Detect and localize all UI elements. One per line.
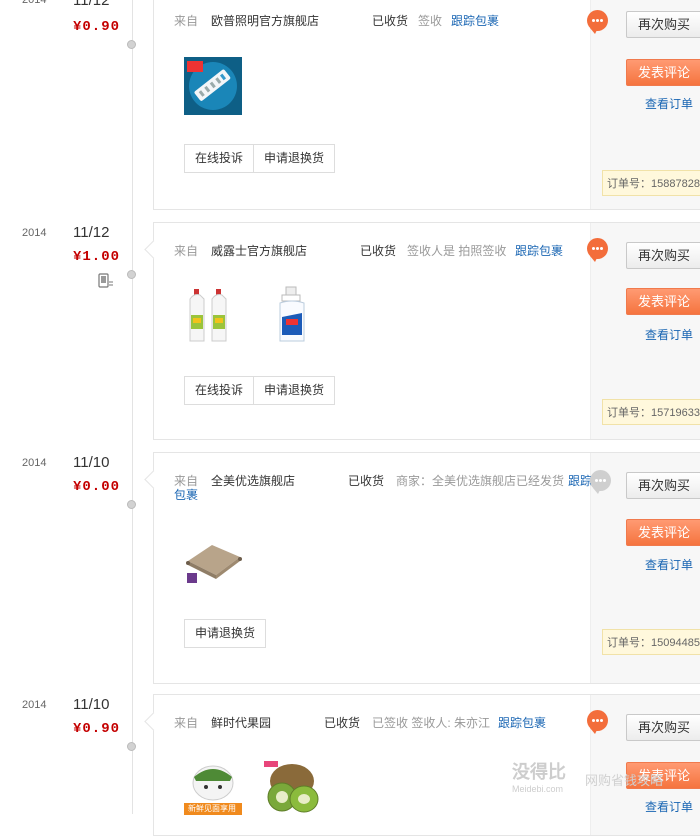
product-thumbnail-fruit-mascot[interactable]: 新鲜见面享用 [184, 759, 242, 815]
order-date: 11/10 [73, 696, 110, 713]
view-order-link[interactable]: 查看订单 [645, 326, 693, 343]
order-number: 订单号：15887828 [602, 170, 700, 196]
timeline-dot [127, 270, 136, 279]
order-price: ¥0.90 [73, 19, 121, 35]
from-label: 来自 [174, 716, 199, 730]
order-price: ¥0.90 [73, 721, 121, 737]
order-year: 2014 [22, 0, 47, 6]
order-status: 已收货 [360, 244, 397, 258]
view-order-link[interactable]: 查看订单 [645, 556, 693, 573]
chat-icon[interactable] [587, 710, 608, 734]
track-package-link[interactable]: 跟踪 [568, 472, 592, 489]
order-actions: 在线投诉 申请退换货 [184, 376, 336, 405]
sign-status: 商家：全美优选旗舰店已经发货 [396, 474, 565, 488]
from-label-wrap: 包裹 [174, 488, 199, 502]
order-price: ¥1.00 [73, 249, 121, 265]
sign-status: 签收 [418, 14, 443, 28]
buy-again-button[interactable]: 再次购买 [626, 714, 700, 741]
write-review-button[interactable]: 发表评论 [626, 59, 700, 86]
order-actions: 在线投诉 申请退换货 [184, 144, 336, 173]
order-date: 11/10 [73, 454, 110, 471]
order-status: 已收货 [324, 716, 361, 730]
order-actions: 申请退换货 [184, 619, 267, 648]
watermark-site: Meidebi.com [512, 784, 564, 794]
shop-name[interactable]: 鲜时代果园 [211, 714, 271, 731]
watermark-logo: 没得比 Meidebi.com [512, 758, 566, 794]
order-card: 来自 包裹 全美优选旗舰店 已收货 商家：全美优选旗舰店已经发货 跟踪 申请退换… [144, 452, 700, 684]
chat-icon[interactable] [587, 10, 608, 34]
view-order-link[interactable]: 查看订单 [645, 95, 693, 112]
timeline-line [132, 0, 133, 814]
online-complaint-button[interactable]: 在线投诉 [184, 144, 255, 173]
track-package-link[interactable]: 跟踪包裹 [451, 12, 499, 29]
buy-again-button[interactable]: 再次购买 [626, 11, 700, 38]
track-package-link[interactable]: 跟踪包裹 [498, 714, 546, 731]
order-card: 来自 欧普照明官方旗舰店 已收货 签收 跟踪包裹 在线投诉 申请退换货 再次购买 [153, 0, 700, 210]
sign-status: 已签收 签收人: 朱亦江 [372, 716, 491, 730]
view-order-link[interactable]: 查看订单 [645, 798, 693, 815]
write-review-button[interactable]: 发表评论 [626, 288, 700, 315]
shop-name[interactable]: 欧普照明官方旗舰店 [211, 12, 319, 29]
shop-name[interactable]: 全美优选旗舰店 [211, 472, 295, 489]
write-review-button[interactable]: 发表评论 [626, 519, 700, 546]
buy-again-button[interactable]: 再次购买 [626, 242, 700, 269]
order-card: 来自 威露士官方旗舰店 已收货 签收人是 拍照签收 跟踪包裹 在线投诉 申请退换… [144, 222, 700, 440]
watermark-brand: 没得比 [512, 762, 566, 782]
shop-name[interactable]: 威露士官方旗舰店 [211, 242, 307, 259]
order-year: 2014 [22, 227, 47, 239]
order-number: 订单号：15719633 [602, 399, 700, 425]
from-label: 来自 [174, 244, 199, 258]
order-status: 已收货 [372, 14, 409, 28]
order-date: 11/12 [73, 224, 110, 241]
online-complaint-button[interactable]: 在线投诉 [184, 376, 255, 405]
product-thumbnail-hand-wash[interactable] [272, 285, 312, 345]
mobile-order-icon [98, 273, 114, 289]
card-pointer [144, 470, 163, 489]
return-exchange-button[interactable]: 申请退换货 [254, 144, 336, 173]
product-thumbnail-toilet-cleaner[interactable] [186, 285, 240, 343]
product-thumbnail-kiwi[interactable] [262, 759, 322, 815]
order-number: 订单号：15094485 [602, 629, 700, 655]
order-year: 2014 [22, 699, 47, 711]
from-label: 来自 [174, 14, 199, 28]
sign-status: 签收人是 拍照签收 [407, 244, 507, 258]
return-exchange-button[interactable]: 申请退换货 [184, 619, 267, 648]
order-card: 来自 鲜时代果园 已收货 已签收 签收人: 朱亦江 跟踪包裹 新鲜见面享用 再次… [144, 694, 700, 836]
buy-again-button[interactable]: 再次购买 [626, 472, 700, 499]
order-date: 11/12 [73, 0, 110, 9]
product-thumbnail-cushion[interactable] [184, 539, 244, 587]
chat-icon[interactable] [590, 470, 611, 494]
product-thumbnail-power-strip[interactable] [184, 57, 242, 115]
order-price: ¥0.00 [73, 479, 121, 495]
order-status: 已收货 [348, 474, 385, 488]
card-pointer [144, 240, 163, 259]
product-badge-text: 新鲜见面享用 [188, 804, 236, 813]
order-year: 2014 [22, 457, 47, 469]
return-exchange-button[interactable]: 申请退换货 [254, 376, 336, 405]
watermark-tagline: 网购省钱攻略 [585, 773, 664, 788]
timeline-dot [127, 742, 136, 751]
track-package-link[interactable]: 跟踪包裹 [515, 242, 563, 259]
timeline-dot [127, 40, 136, 49]
chat-icon[interactable] [587, 238, 608, 262]
timeline-dot [127, 500, 136, 509]
card-pointer [144, 712, 163, 731]
